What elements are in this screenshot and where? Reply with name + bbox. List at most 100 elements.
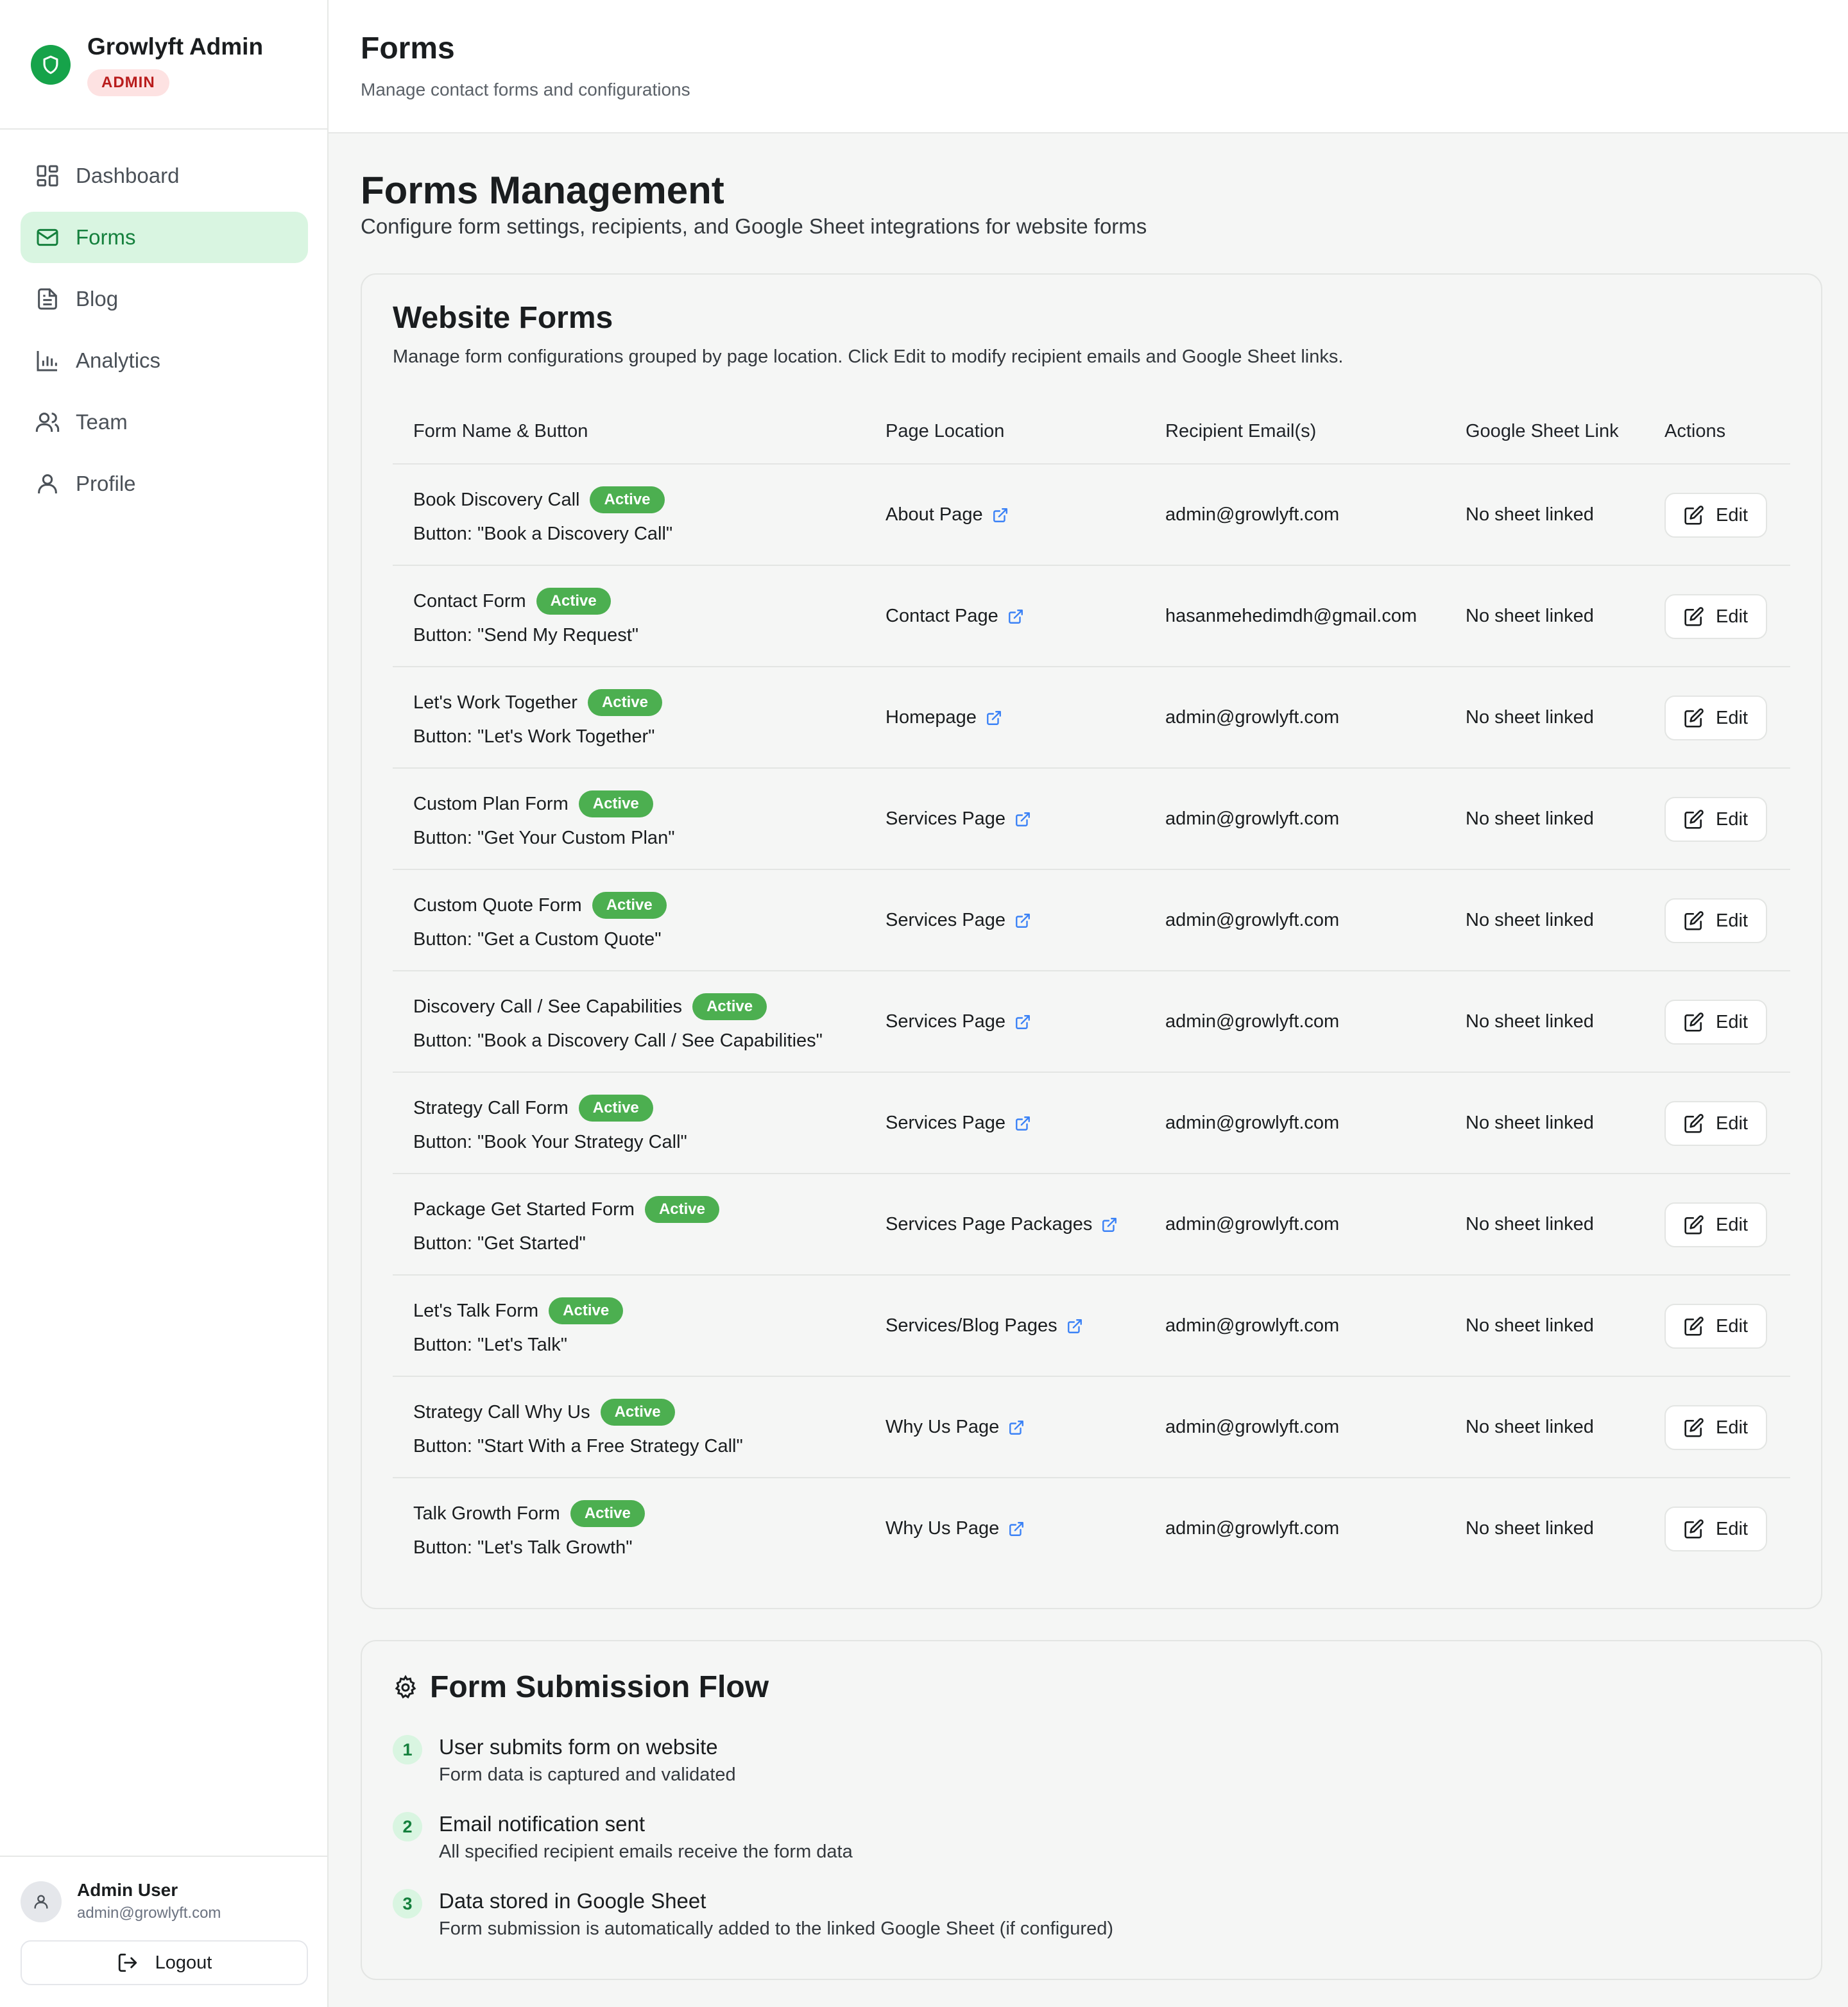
form-submission-flow-card: Form Submission Flow 1 User submits form… <box>361 1640 1822 1980</box>
avatar <box>21 1881 62 1922</box>
card-subtitle: Manage form configurations grouped by pa… <box>393 346 1344 367</box>
table-row: Let's Talk Form Active Button: "Let's Talk… <box>393 1276 1790 1377</box>
table-row: Strategy Call Form Active Button: "Book Yo… <box>393 1073 1790 1174</box>
edit-button[interactable]: Edit <box>1664 898 1767 943</box>
edit-label: Edit <box>1716 1011 1748 1032</box>
sheet-link: No sheet linked <box>1466 707 1594 728</box>
table-row: Contact Form Active Button: "Send My Reque… <box>393 566 1790 667</box>
flow-title-text: Form Submission Flow <box>430 1670 769 1704</box>
page-location-link[interactable]: Why Us Page <box>886 1417 1025 1438</box>
step-title: Data stored in Google Sheet <box>439 1889 706 1913</box>
status-badge: Active <box>578 1095 653 1122</box>
column-header: Actions <box>1664 421 1726 441</box>
edit-icon <box>1684 1418 1704 1437</box>
page-location: Services Page <box>886 910 1005 930</box>
step-description: All specified recipient emails receive t… <box>439 1841 853 1862</box>
table-row: Custom Quote Form Active Button: "Get a Cu… <box>393 870 1790 971</box>
logout-button[interactable]: Logout <box>21 1940 308 1985</box>
edit-button[interactable]: Edit <box>1664 1405 1767 1450</box>
page-location-link[interactable]: Services Page <box>886 1113 1031 1134</box>
table-body: Book Discovery Call Active Button: "Book a… <box>393 465 1790 1580</box>
external-link-icon <box>1009 1420 1024 1435</box>
step-number: 2 <box>393 1812 422 1841</box>
sheet-link: No sheet linked <box>1466 808 1594 829</box>
sidebar-item-label: Team <box>76 410 128 434</box>
recipient-email: admin@growlyft.com <box>1165 808 1340 829</box>
form-name-cell: Let's Talk Form Active <box>413 1297 624 1324</box>
form-name-cell: Contact Form Active <box>413 588 611 615</box>
page-location-link[interactable]: Services/Blog Pages <box>886 1315 1083 1337</box>
external-link-icon <box>1016 1014 1030 1029</box>
page-location-link[interactable]: Services Page <box>886 910 1031 931</box>
sheet-link: No sheet linked <box>1466 504 1594 525</box>
edit-icon <box>1684 810 1704 829</box>
flow-title: Form Submission Flow <box>393 1670 769 1705</box>
page-location: Contact Page <box>886 606 998 626</box>
page-location: Services Page <box>886 1113 1005 1133</box>
form-name-cell: Strategy Call Form Active <box>413 1095 653 1122</box>
edit-label: Edit <box>1716 910 1748 931</box>
status-badge: Active <box>536 588 611 615</box>
page-location-link[interactable]: Services Page <box>886 808 1031 830</box>
edit-label: Edit <box>1716 1214 1748 1235</box>
edit-button[interactable]: Edit <box>1664 1101 1767 1146</box>
sidebar-item-profile[interactable]: Profile <box>21 458 308 509</box>
edit-icon <box>1684 1519 1704 1539</box>
edit-label: Edit <box>1716 1315 1748 1337</box>
sidebar-item-label: Blog <box>76 287 119 311</box>
edit-button[interactable]: Edit <box>1664 696 1767 740</box>
page-location-link[interactable]: Services Page <box>886 1011 1031 1032</box>
edit-button[interactable]: Edit <box>1664 1202 1767 1247</box>
sidebar-item-label: Profile <box>76 472 136 495</box>
recipient-email: admin@growlyft.com <box>1165 1417 1340 1437</box>
page-location-link[interactable]: Why Us Page <box>886 1518 1025 1539</box>
gear-icon <box>395 1674 416 1698</box>
edit-button[interactable]: Edit <box>1664 1000 1767 1045</box>
bar-chart-icon <box>37 351 57 372</box>
page-location-link[interactable]: Homepage <box>886 707 1002 728</box>
sidebar-item-dashboard[interactable]: Dashboard <box>21 150 308 201</box>
page-title: Forms Management <box>361 169 724 212</box>
step-description: Form submission is automatically added t… <box>439 1918 1113 1939</box>
edit-button[interactable]: Edit <box>1664 594 1767 639</box>
page-location: Services Page <box>886 808 1005 829</box>
brand-title: Growlyft Admin <box>87 33 264 60</box>
recipient-email: admin@growlyft.com <box>1165 1214 1340 1234</box>
header-title: Forms <box>361 31 455 65</box>
step-title: User submits form on website <box>439 1735 718 1759</box>
page-location: About Page <box>886 504 983 525</box>
external-link-icon <box>1067 1319 1082 1333</box>
form-name: Custom Quote Form <box>413 894 582 916</box>
form-name: Custom Plan Form <box>413 793 569 814</box>
edit-button[interactable]: Edit <box>1664 493 1767 538</box>
column-header: Recipient Email(s) <box>1165 421 1317 441</box>
recipient-email: admin@growlyft.com <box>1165 707 1340 728</box>
sheet-link: No sheet linked <box>1466 1011 1594 1032</box>
page-location-link[interactable]: About Page <box>886 504 1009 525</box>
edit-button[interactable]: Edit <box>1664 1304 1767 1349</box>
form-button-label: Button: "Book a Discovery Call / See Cap… <box>413 1030 823 1051</box>
column-header: Google Sheet Link <box>1466 421 1619 441</box>
form-name: Book Discovery Call <box>413 489 580 510</box>
sidebar-item-forms[interactable]: Forms <box>21 212 308 263</box>
sheet-link: No sheet linked <box>1466 1214 1594 1234</box>
edit-icon <box>1684 1317 1704 1336</box>
user-name: Admin User <box>77 1880 178 1900</box>
sidebar-item-team[interactable]: Team <box>21 397 308 448</box>
page-location: Services Page Packages <box>886 1214 1093 1234</box>
edit-label: Edit <box>1716 504 1748 525</box>
sidebar-item-analytics[interactable]: Analytics <box>21 335 308 386</box>
sheet-link: No sheet linked <box>1466 1113 1594 1133</box>
form-button-label: Button: "Send My Request" <box>413 625 639 645</box>
page-location-link[interactable]: Services Page Packages <box>886 1214 1118 1235</box>
form-button-label: Button: "Get a Custom Quote" <box>413 929 662 950</box>
page-location-link[interactable]: Contact Page <box>886 606 1024 627</box>
table-row: Discovery Call / See Capabilities Active B… <box>393 971 1790 1073</box>
external-link-icon <box>1008 609 1023 624</box>
external-link-icon <box>993 508 1007 522</box>
sidebar-item-blog[interactable]: Blog <box>21 273 308 325</box>
form-name-cell: Strategy Call Why Us Active <box>413 1399 675 1426</box>
edit-button[interactable]: Edit <box>1664 1507 1767 1551</box>
edit-button[interactable]: Edit <box>1664 797 1767 842</box>
external-link-icon <box>1016 1116 1030 1131</box>
